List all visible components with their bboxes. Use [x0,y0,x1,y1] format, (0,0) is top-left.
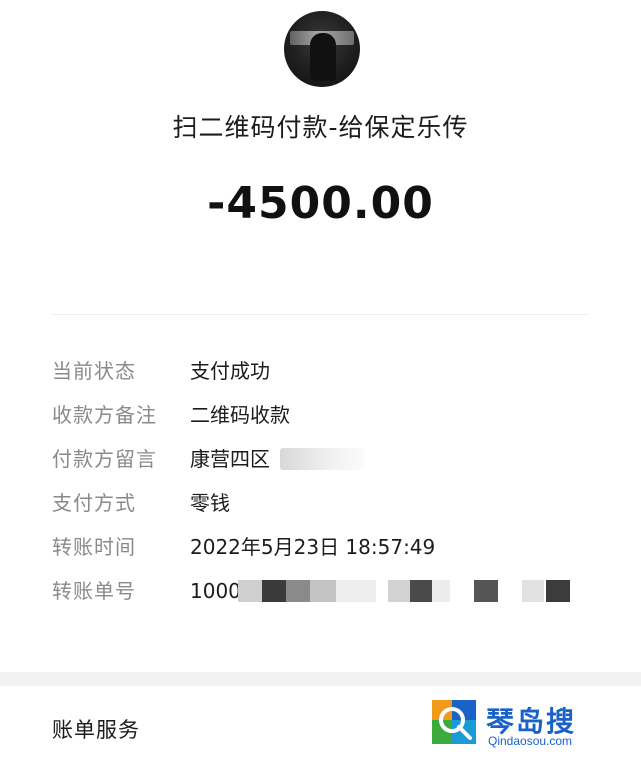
detail-label: 转账时间 [52,535,136,559]
watermark: 琴岛搜 Qindaosou.com [432,700,607,750]
detail-value: 2022年5月23日 18:57:49 [190,535,436,559]
redacted-pixel [336,580,376,602]
avatar-figure [310,33,336,81]
detail-row-payment-method: 支付方式 零钱 [52,488,612,518]
detail-row-status: 当前状态 支付成功 [52,356,612,386]
detail-label: 支付方式 [52,491,136,515]
detail-row-transfer-number: 转账单号 1000 [52,576,612,606]
transaction-title: 扫二维码付款-给保定乐传 [172,113,469,142]
transaction-amount: -4500.00 [207,178,434,229]
redacted-blur [280,448,364,470]
detail-label: 付款方留言 [52,447,157,471]
detail-row-payer-message: 付款方留言 康营四区 [52,444,612,474]
watermark-subtitle: Qindaosou.com [488,734,573,748]
detail-value: 支付成功 [190,359,270,383]
detail-label: 当前状态 [52,359,136,383]
redacted-pixel [474,580,498,602]
payee-avatar[interactable] [284,11,360,87]
detail-value: 零钱 [190,491,230,515]
redacted-pixel [432,580,450,602]
divider [52,314,588,315]
redacted-pixel [238,580,262,602]
detail-row-payee-note: 收款方备注 二维码收款 [52,400,612,430]
section-separator [0,672,641,686]
redacted-pixel [410,580,432,602]
redacted-pixel [262,580,286,602]
detail-value: 康营四区 [190,447,270,471]
transaction-detail-page: 扫二维码付款-给保定乐传 -4500.00 当前状态 支付成功 收款方备注 二维… [0,0,641,759]
bill-service-entry[interactable]: 账单服务 [52,714,140,744]
detail-label: 收款方备注 [52,403,157,427]
detail-value: 二维码收款 [190,403,290,427]
detail-value: 1000 [190,579,241,603]
detail-row-transfer-time: 转账时间 2022年5月23日 18:57:49 [52,532,612,562]
watermark-logo-icon [432,700,476,744]
redacted-pixel [286,580,310,602]
redacted-pixel [522,580,544,602]
redacted-pixel [310,580,336,602]
detail-label: 转账单号 [52,579,136,603]
redacted-pixel [546,580,570,602]
redacted-pixel [388,580,410,602]
